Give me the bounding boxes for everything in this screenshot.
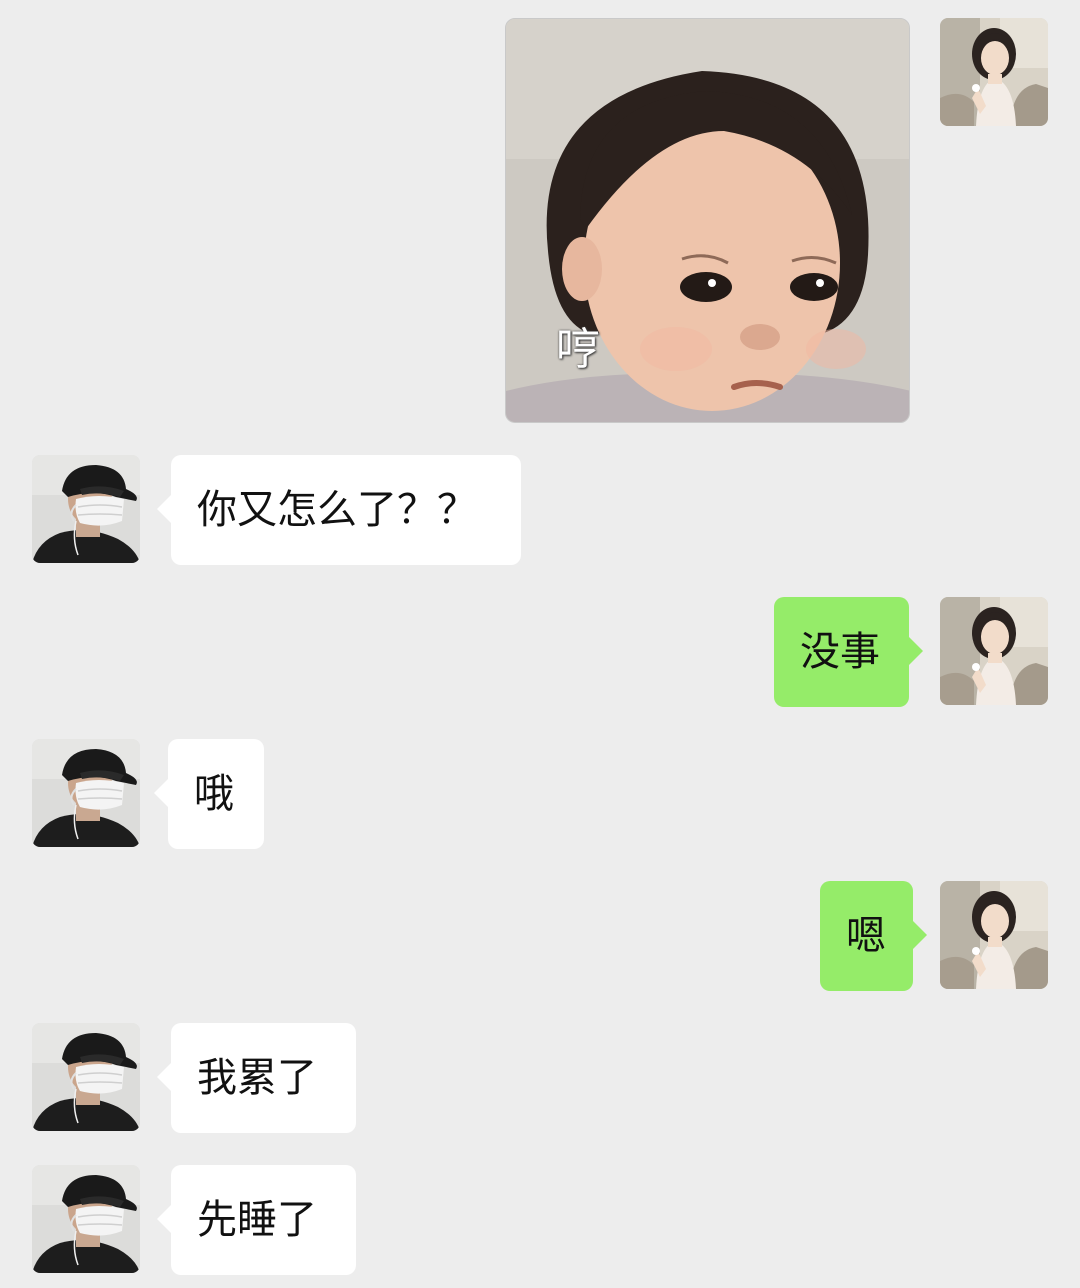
masked-man-avatar-icon[interactable] xyxy=(32,1165,140,1273)
masked-man-avatar-icon[interactable] xyxy=(32,455,140,563)
girl-avatar-icon[interactable] xyxy=(940,18,1048,126)
received-message-bubble[interactable]: 你又怎么了？？ xyxy=(157,455,521,565)
sticker-message[interactable]: 哼 xyxy=(505,18,910,423)
chat-area: 哼 你又怎么了？？ 没事 哦 嗯 我累了 先睡了 xyxy=(0,0,1080,1288)
received-message-bubble[interactable]: 我累了 xyxy=(157,1023,356,1133)
sent-message-bubble[interactable]: 嗯 xyxy=(820,881,927,991)
masked-man-avatar-icon[interactable] xyxy=(32,739,140,847)
sent-message-bubble[interactable]: 没事 xyxy=(774,597,923,707)
masked-man-avatar-icon[interactable] xyxy=(32,1023,140,1131)
received-message-bubble[interactable]: 先睡了 xyxy=(157,1165,356,1275)
sticker-caption: 哼 xyxy=(556,324,600,375)
girl-avatar-icon[interactable] xyxy=(940,597,1048,705)
girl-avatar-icon[interactable] xyxy=(940,881,1048,989)
received-message-bubble[interactable]: 哦 xyxy=(154,739,264,849)
